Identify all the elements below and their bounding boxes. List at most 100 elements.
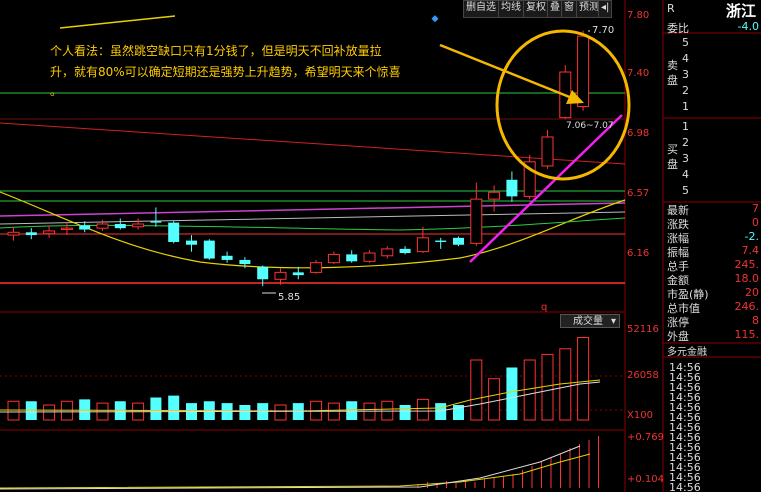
volume-bar [523,359,536,421]
candle-body [203,240,215,259]
annotation-line-2: 升，就有80%可以确定短期还是强势上升趋势，希望明天来个惊喜 [50,65,401,79]
candle-body [577,35,590,108]
candle-body [310,262,323,273]
volume-indicator-dropdown[interactable]: 成交量 ▾ [560,314,620,328]
stat-value: 7.4 [741,244,760,257]
volume-bar [541,353,554,421]
wei-bi-label: 委比 [667,22,689,35]
r-label: R [667,2,675,15]
sell-level-index: 3 [682,68,689,81]
tick-time: 14:56 [669,481,701,492]
candle-body [150,221,162,223]
stat-value: 18.0 [734,272,760,285]
price-axis-label: 6.98 [627,128,650,139]
volume-bar [274,404,287,421]
price-axis-label: 7.40 [627,68,650,79]
annotation-arrow [439,43,573,100]
buy-level-index: 4 [682,168,689,181]
candle-body [346,254,358,262]
candle-body [132,223,145,228]
toolbar-button[interactable]: 均线 [498,0,524,18]
annotation-line-3: 。 [50,84,63,98]
candle-body [399,248,411,254]
volume-bar [79,399,91,420]
candle-body [7,231,20,236]
candle-body [327,253,340,264]
toolbar-button[interactable]: 复权 [523,0,549,18]
stat-value: 0 [752,216,759,229]
gap-label: 7.06~7.07 [566,121,614,131]
sell-level-index: 5 [682,36,689,49]
moving-average-line [0,217,626,231]
candle-body [114,224,126,229]
chevron-down-icon: ▾ [610,316,616,327]
stat-value: 20 [745,286,759,299]
candle-body [60,227,73,231]
wei-bi-value: -4.0 [737,20,759,33]
volume-bar [577,337,590,421]
candle-body [25,232,37,236]
candle-body [541,136,554,167]
candle-body [79,225,91,230]
candle-body [416,237,429,253]
volume-bar [346,401,358,420]
buy-level-index: 2 [682,136,689,149]
buy-level-index: 5 [682,184,689,197]
trend-line [0,122,626,165]
stat-value: 246. [734,300,760,313]
toolbar-button[interactable]: 删自选 [463,0,499,18]
candle-body [96,223,109,229]
volume-bar [435,403,447,420]
volume-bar [25,401,37,420]
stat-value: -2. [744,230,759,243]
candle-body [292,272,304,276]
volume-bar [506,367,518,420]
candle-body [470,198,483,244]
stat-value: 115. [734,328,760,341]
candle-body [381,248,394,257]
indicator-axis-label: +0.769 [627,432,665,443]
low-price-label: 5.85 [278,292,301,303]
volume-axis-label: X100 [627,410,653,421]
candle-body [257,266,269,280]
sell-level-index: 4 [682,52,689,65]
buy-level-index: 3 [682,152,689,165]
indicator-line [0,445,581,490]
candle-body [435,240,447,242]
high-price-label: 7.70 [592,25,615,36]
volume-bar [7,400,20,421]
event-marker [431,15,439,23]
stat-label: 外盘 [667,330,689,343]
volume-bar [168,395,180,420]
stat-value: 7 [752,202,759,215]
annotation-line-1: 个人看法：虽然跳空缺口只有1分钱了，但是明天不回补放量拉 [50,44,382,58]
candle-body [506,179,518,197]
buy-label: 买盘 [667,143,678,171]
price-axis-label: 7.80 [627,10,650,21]
candle-body [363,252,376,262]
volume-bar [399,405,411,420]
stock-name: 浙江 [726,2,757,20]
sector-tag: 多元金融 [667,347,707,358]
volume-bar [150,397,162,420]
price-axis-label: 6.57 [627,188,650,199]
volume-bar [239,405,251,420]
volume-axis-label: 52116 [627,324,659,335]
volume-bar [559,348,572,421]
toolbar-button[interactable]: ◂| [598,0,613,18]
sell-level-index: 2 [682,84,689,97]
volume-bar [488,378,501,421]
volume-bar [416,398,429,421]
candle-body [239,259,251,265]
candle-body [221,255,233,260]
sell-level-index: 1 [682,100,689,113]
candle-body [168,222,180,242]
candle-body [453,237,464,245]
toolbar-button[interactable]: 窗 [561,0,577,18]
stock-chart-window: { "toolbar": { "items": ["删自选", "均线", "复… [0,0,761,492]
candle-body [488,191,501,200]
candle-body [274,271,287,280]
price-axis-label: 6.16 [627,248,650,259]
q-marker: q [541,302,548,313]
sell-label: 卖盘 [667,59,678,87]
